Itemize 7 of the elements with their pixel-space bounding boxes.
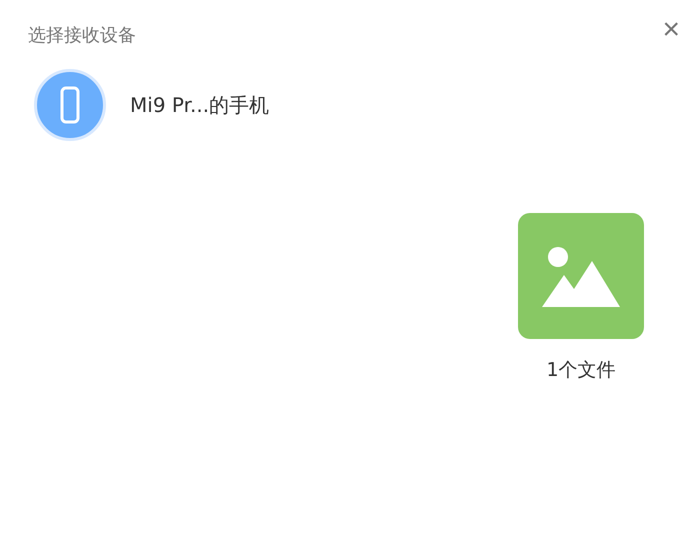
phone-icon [60, 86, 80, 124]
file-count: 1个文件 [546, 358, 616, 383]
device-name[interactable]: Mi9 Pr...的手机 [130, 92, 270, 118]
dialog-title: 选择接收设备 [28, 24, 136, 47]
image-icon [542, 245, 620, 307]
image-file-tile[interactable] [518, 213, 644, 339]
close-button[interactable]: × [662, 20, 680, 40]
